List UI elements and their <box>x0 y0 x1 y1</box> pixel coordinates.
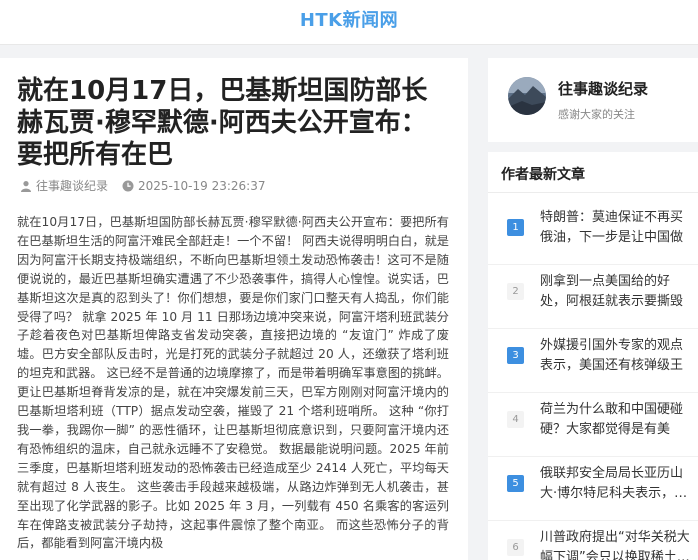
rank-badge: 2 <box>507 283 524 300</box>
list-item-title[interactable]: 外媒援引国外专家的观点表示，美国还有核弹级王牌… <box>540 336 692 374</box>
rank-badge: 3 <box>507 347 524 364</box>
rank-badge: 6 <box>507 539 524 556</box>
clock-icon <box>122 180 134 191</box>
rank-badge: 4 <box>507 411 524 428</box>
list-item-title[interactable]: 俄联邦安全局局长亚历山大·博尔特尼科夫表示，… <box>540 464 692 502</box>
article-author[interactable]: 往事趣谈纪录 <box>36 177 108 194</box>
avatar[interactable] <box>508 77 546 115</box>
author-card: 往事趣谈纪录 感谢大家的关注 <box>488 58 698 142</box>
site-logo[interactable]: HTK新闻网 <box>0 6 698 32</box>
person-icon <box>21 180 31 192</box>
latest-articles-panel: 作者最新文章 1 特朗普：莫迪保证不再买俄油，下一步是让中国做到… 2 刚拿到一… <box>488 152 698 560</box>
article-title: 就在10月17日，巴基斯坦国防部长赫瓦贾·穆罕默德·阿西夫公开宣布：要把所有在巴 <box>17 76 428 170</box>
list-item[interactable]: 1 特朗普：莫迪保证不再买俄油，下一步是让中国做到… <box>488 200 698 265</box>
rank-badge: 5 <box>507 475 524 492</box>
author-name[interactable]: 往事趣谈纪录 <box>558 78 648 99</box>
list-item-title[interactable]: 刚拿到一点美国给的好处，阿根廷就表示要撕毁与我… <box>540 272 692 310</box>
article-date: 2025-10-19 23:26:37 <box>138 178 266 193</box>
article-panel: 就在10月17日，巴基斯坦国防部长赫瓦贾·穆罕默德·阿西夫公开宣布：要把所有在巴… <box>0 58 468 560</box>
latest-articles-heading: 作者最新文章 <box>501 167 585 183</box>
list-item-title[interactable]: 特朗普：莫迪保证不再买俄油，下一步是让中国做到… <box>540 208 692 246</box>
article-meta: 往事趣谈纪录 2025-10-19 23:26:37 <box>20 177 265 194</box>
article-body: 就在10月17日，巴基斯坦国防部长赫瓦贾·穆罕默德·阿西夫公开宣布：要把所有在巴… <box>17 215 449 551</box>
list-item-title[interactable]: 荷兰为什么敢和中国硬碰硬？大家都觉得是有美国… <box>540 400 692 438</box>
author-subtitle: 感谢大家的关注 <box>558 108 635 121</box>
divider <box>488 192 698 193</box>
list-item-title[interactable]: 川普政府提出“对华关税大幅下调”会只以换取稀土… <box>540 528 692 560</box>
list-item[interactable]: 5 俄联邦安全局局长亚历山大·博尔特尼科夫表示，… <box>488 456 698 521</box>
list-item[interactable]: 4 荷兰为什么敢和中国硬碰硬？大家都觉得是有美国… <box>488 392 698 457</box>
list-item[interactable]: 6 川普政府提出“对华关税大幅下调”会只以换取稀土… <box>488 520 698 560</box>
top-bar: HTK新闻网 <box>0 0 698 45</box>
list-item[interactable]: 2 刚拿到一点美国给的好处，阿根廷就表示要撕毁与我… <box>488 264 698 329</box>
rank-badge: 1 <box>507 219 524 236</box>
list-item[interactable]: 3 外媒援引国外专家的观点表示，美国还有核弹级王牌… <box>488 328 698 393</box>
